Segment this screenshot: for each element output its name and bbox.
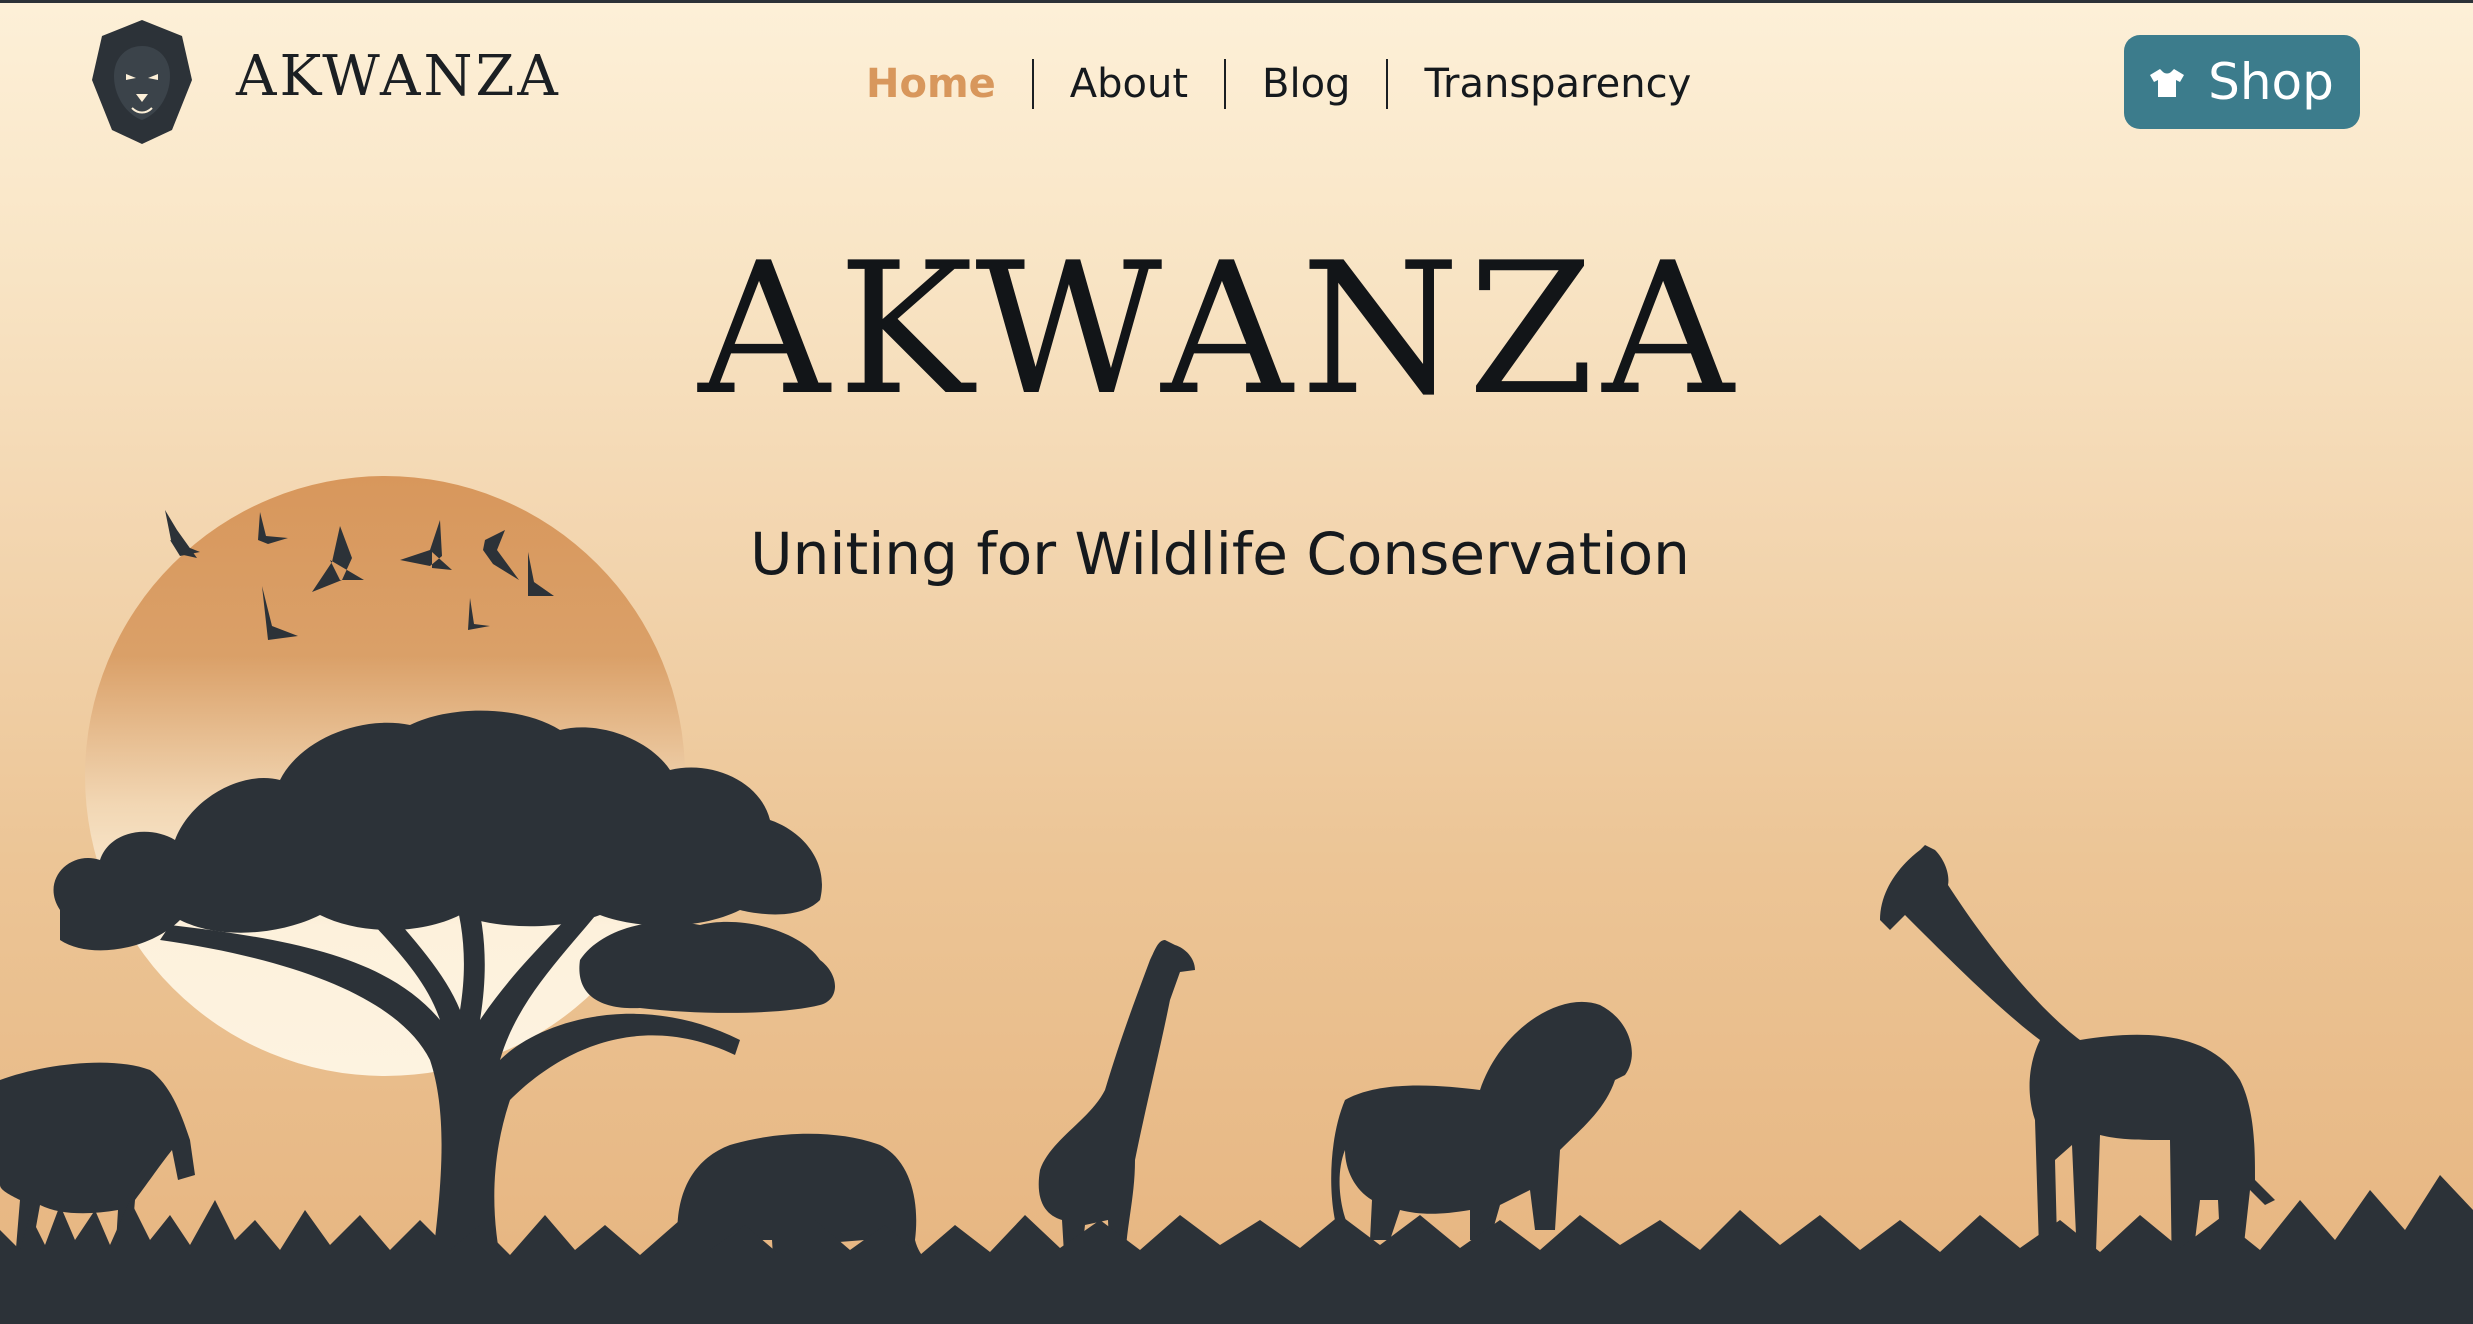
hero-title: AKWANZA bbox=[698, 223, 1742, 435]
nav-divider bbox=[1031, 59, 1034, 109]
lion-logo-icon[interactable] bbox=[90, 18, 194, 146]
lion-silhouette bbox=[1331, 1001, 1632, 1240]
nav-blog[interactable]: Blog bbox=[1262, 61, 1350, 107]
savanna-illustration bbox=[0, 476, 2473, 1324]
shop-button[interactable]: Shop bbox=[2124, 35, 2360, 129]
tshirt-icon bbox=[2150, 69, 2185, 97]
nav-divider bbox=[1386, 59, 1389, 109]
nav-divider bbox=[1224, 59, 1227, 109]
grass-ground bbox=[0, 1175, 2473, 1324]
nav-about[interactable]: About bbox=[1070, 61, 1188, 107]
nav-home[interactable]: Home bbox=[866, 61, 996, 107]
hero-subtitle: Uniting for Wildlife Conservation bbox=[750, 520, 1690, 588]
big-giraffe-silhouette bbox=[1880, 845, 2275, 1280]
brand-wordmark[interactable]: AKWANZA bbox=[236, 44, 561, 109]
main-nav: Home About Blog Transparency bbox=[866, 56, 1691, 112]
site-header: AKWANZA Home About Blog Transparency Sho… bbox=[0, 0, 2473, 165]
small-giraffe-silhouette bbox=[1038, 940, 1195, 1270]
nav-transparency[interactable]: Transparency bbox=[1424, 61, 1691, 107]
shop-button-label: Shop bbox=[2208, 53, 2334, 111]
